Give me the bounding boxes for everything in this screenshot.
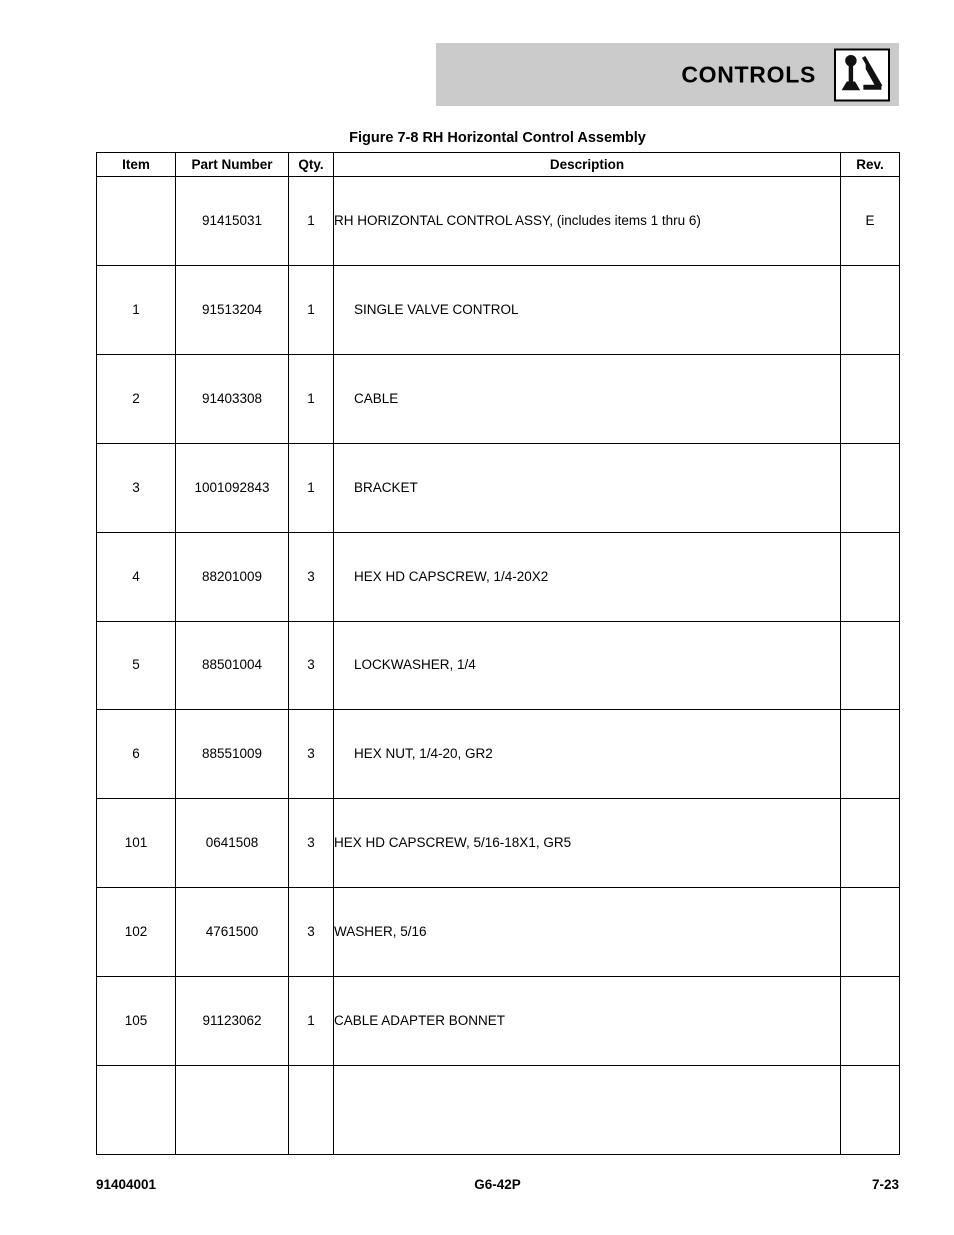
cell-part-number: 91415031	[175, 176, 289, 266]
cell-rev	[840, 442, 900, 533]
cell-qty: 3	[288, 531, 334, 622]
table-filler-row	[96, 1065, 900, 1155]
cell-part-number: 88551009	[175, 709, 289, 800]
table-row: 4 88201009 3 HEX HD CAPSCREW, 1/4-20X2	[96, 531, 900, 622]
cell-part-number: 4761500	[175, 887, 289, 978]
cell-item: 1	[96, 264, 176, 355]
cell-description: RH HORIZONTAL CONTROL ASSY, (includes it…	[333, 176, 841, 266]
cell-rev	[840, 353, 900, 444]
filler-qty	[288, 1065, 334, 1155]
table-row: 102 4761500 3 WASHER, 5/16	[96, 887, 900, 978]
filler-desc	[333, 1065, 841, 1155]
footer-model-name: G6-42P	[474, 1177, 521, 1192]
table-row: 6 88551009 3 HEX NUT, 1/4-20, GR2	[96, 709, 900, 800]
parts-table-body: 91415031 1 RH HORIZONTAL CONTROL ASSY, (in…	[96, 176, 900, 1155]
table-row: 5 88501004 3 LOCKWASHER, 1/4	[96, 620, 900, 711]
cell-item: 6	[96, 709, 176, 800]
table-row: 101 0641508 3 HEX HD CAPSCREW, 5/16-18X1, G…	[96, 798, 900, 889]
cell-description: SINGLE VALVE CONTROL	[333, 264, 841, 355]
table-row: 2 91403308 1 CABLE	[96, 353, 900, 444]
section-header-bar: CONTROLS	[436, 43, 899, 106]
cell-qty: 1	[288, 353, 334, 444]
table-row: 1 91513204 1 SINGLE VALVE CONTROL	[96, 264, 900, 355]
cell-qty: 3	[288, 887, 334, 978]
cell-rev	[840, 976, 900, 1067]
cell-item: 5	[96, 620, 176, 711]
cell-qty: 3	[288, 620, 334, 711]
cell-rev	[840, 798, 900, 889]
cell-item: 102	[96, 887, 176, 978]
column-header-rev: Rev.	[840, 152, 900, 177]
column-header-item: Item	[96, 152, 176, 177]
cell-rev: E	[840, 176, 900, 266]
filler-part	[175, 1065, 289, 1155]
table-row: 3 1001092843 1 BRACKET	[96, 442, 900, 533]
cell-item: 3	[96, 442, 176, 533]
cell-rev	[840, 531, 900, 622]
cell-description: WASHER, 5/16	[333, 887, 841, 978]
cell-description: LOCKWASHER, 1/4	[333, 620, 841, 711]
cell-description: HEX HD CAPSCREW, 1/4-20X2	[333, 531, 841, 622]
cell-item: 105	[96, 976, 176, 1067]
page-title: CONTROLS	[681, 61, 816, 87]
table-row: 91415031 1 RH HORIZONTAL CONTROL ASSY, (in…	[96, 176, 900, 266]
cell-item: 4	[96, 531, 176, 622]
cell-description: CABLE	[333, 353, 841, 444]
cell-qty: 1	[288, 976, 334, 1067]
cell-rev	[840, 264, 900, 355]
filler-item	[96, 1065, 176, 1155]
column-header-description: Description	[333, 152, 841, 177]
table-header-row: Item Part Number Qty. Description Rev.	[96, 152, 900, 177]
cell-part-number: 91403308	[175, 353, 289, 444]
cell-part-number: 91513204	[175, 264, 289, 355]
cell-qty: 3	[288, 709, 334, 800]
cell-rev	[840, 620, 900, 711]
parts-table-container: Item Part Number Qty. Description Rev. 9…	[96, 152, 900, 1155]
cell-qty: 1	[288, 176, 334, 266]
cell-part-number: 1001092843	[175, 442, 289, 533]
cell-description: BRACKET	[333, 442, 841, 533]
cell-part-number: 88501004	[175, 620, 289, 711]
cell-part-number: 88201009	[175, 531, 289, 622]
cell-item: 101	[96, 798, 176, 889]
page-footer: 91404001 G6-42P 7-23	[96, 1177, 899, 1197]
column-header-part-number: Part Number	[175, 152, 289, 177]
footer-page-number: 7-23	[871, 1177, 899, 1192]
filler-rev	[840, 1065, 900, 1155]
cell-description: HEX NUT, 1/4-20, GR2	[333, 709, 841, 800]
table-row: 105 91123062 1 CABLE ADAPTER BONNET	[96, 976, 900, 1067]
cell-rev	[840, 709, 900, 800]
cell-qty: 1	[288, 264, 334, 355]
parts-table: Item Part Number Qty. Description Rev. 9…	[96, 152, 900, 1155]
cell-part-number: 91123062	[175, 976, 289, 1067]
figure-title: Figure 7-8 RH Horizontal Control Assembl…	[349, 130, 646, 146]
cell-qty: 1	[288, 442, 334, 533]
cell-item	[96, 176, 176, 266]
cell-qty: 3	[288, 798, 334, 889]
cell-description: CABLE ADAPTER BONNET	[333, 976, 841, 1067]
joystick-control-icon	[834, 48, 890, 101]
parts-table-header: Item Part Number Qty. Description Rev.	[96, 152, 900, 177]
cell-part-number: 0641508	[175, 798, 289, 889]
cell-item: 2	[96, 353, 176, 444]
cell-description: HEX HD CAPSCREW, 5/16-18X1, GR5	[333, 798, 841, 889]
cell-rev	[840, 887, 900, 978]
column-header-qty: Qty.	[288, 152, 334, 177]
